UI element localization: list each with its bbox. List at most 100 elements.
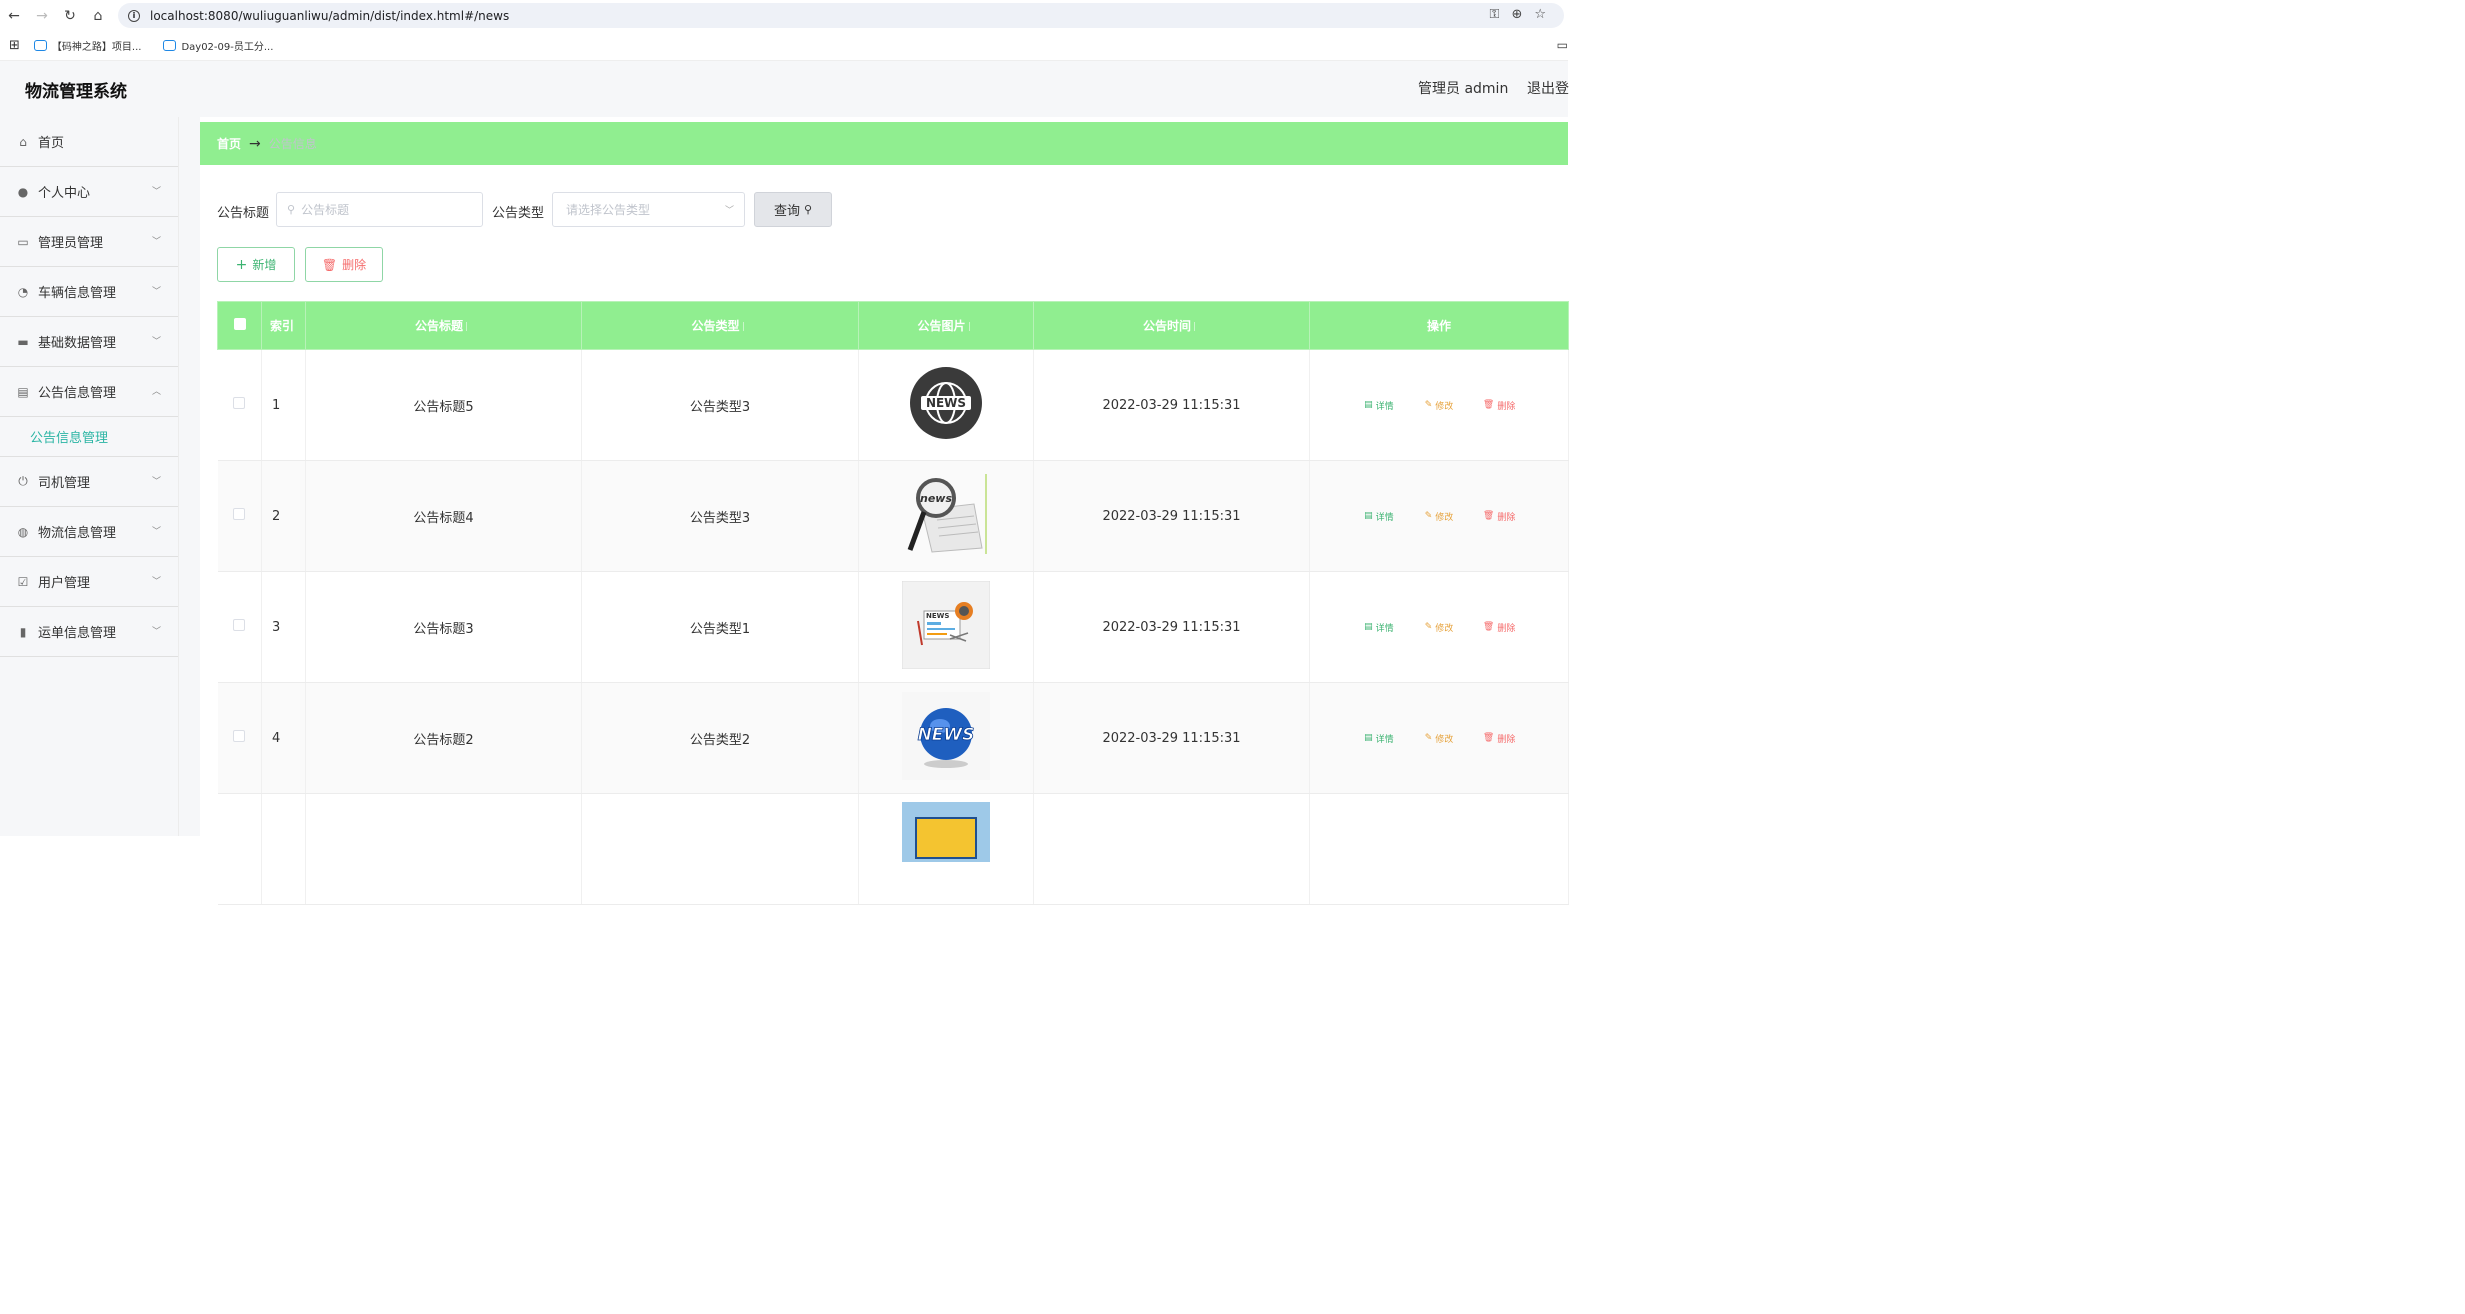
sidebar-item-news[interactable]: ▤ 公告信息管理 ︿ (0, 367, 178, 417)
message-icon: ▬ (17, 334, 29, 349)
query-button[interactable]: 查询 ⚲ (754, 192, 832, 227)
detail-button[interactable]: ▤ 详情 (1351, 725, 1407, 751)
column-header-type[interactable]: 公告类型 (581, 301, 859, 350)
trash-icon: 🗑 (321, 257, 338, 272)
document-icon: ▤ (1364, 511, 1373, 521)
delete-button[interactable]: 🗑 删除 (1471, 392, 1527, 418)
image-cell: NEWS (858, 349, 1034, 461)
image-cell (858, 793, 1034, 905)
sidebar-item-home[interactable]: ⌂ 首页 (0, 117, 178, 167)
chevron-down-icon: ﹀ (151, 287, 161, 297)
sidebar-item-basedata[interactable]: ▬ 基础数据管理 ﹀ (0, 317, 178, 367)
sidebar-item-drivers[interactable]: ⏻ 司机管理 ﹀ (0, 457, 178, 507)
reload-icon[interactable]: ↻ (56, 2, 84, 30)
edit-button[interactable]: ✎ 修改 (1411, 503, 1467, 529)
table-header-row: 索引 公告标题 公告类型 公告图片 公告时间 操作 (217, 301, 1569, 350)
edit-button[interactable]: ✎ 修改 (1411, 614, 1467, 640)
edit-icon: ✎ (1424, 733, 1433, 743)
news-magnifier-image[interactable]: news (902, 470, 990, 558)
sidebar-item-profile[interactable]: ● 个人中心 ﹀ (0, 167, 178, 217)
news-table: 索引 公告标题 公告类型 公告图片 公告时间 操作 1 公告标题5 公告类型3 (217, 301, 1569, 905)
chevron-up-icon: ︿ (151, 387, 161, 397)
trash-icon: 🗑 (1482, 733, 1495, 743)
folder-icon[interactable]: ▭ (1557, 38, 1568, 52)
zoom-icon[interactable]: ⊕ (1511, 7, 1522, 22)
select-all-checkbox[interactable] (233, 318, 246, 330)
row-checkbox-cell[interactable] (217, 682, 262, 794)
delete-button[interactable]: 🗑 删除 (1471, 725, 1527, 751)
address-bar[interactable]: i localhost:8080/wuliuguanliwu/admin/dis… (118, 3, 1564, 28)
apps-grid-icon[interactable]: ⊞ (9, 38, 20, 53)
document-icon: ▤ (1364, 622, 1373, 632)
type-select[interactable]: 请选择公告类型 ﹀ (552, 192, 745, 227)
trash-icon: 🗑 (1482, 400, 1495, 410)
type-cell: 公告类型3 (581, 349, 859, 461)
row-checkbox-cell[interactable] (217, 571, 262, 683)
add-button[interactable]: + 新增 (217, 247, 295, 282)
svg-text:NEWS: NEWS (926, 612, 949, 620)
detail-button[interactable]: ▤ 详情 (1351, 503, 1407, 529)
delete-button[interactable]: 🗑 删除 (1471, 614, 1527, 640)
detail-button[interactable]: ▤ 详情 (1351, 614, 1407, 640)
row-checkbox-cell[interactable] (217, 349, 262, 461)
url-text: localhost:8080/wuliuguanliwu/admin/dist/… (150, 8, 510, 23)
clipboard-icon: ▤ (17, 384, 29, 399)
row-checkbox[interactable] (233, 730, 246, 742)
chevron-down-icon: ﹀ (151, 477, 161, 487)
column-header-index: 索引 (261, 301, 306, 350)
batch-delete-button[interactable]: 🗑 删除 (305, 247, 383, 282)
forward-icon[interactable]: → (28, 2, 56, 30)
bookmark-item[interactable]: Day02-09-员工分... (163, 38, 273, 53)
edit-button[interactable]: ✎ 修改 (1411, 392, 1467, 418)
news-paper-illustration-image[interactable]: NEWS (901, 580, 991, 670)
row-checkbox[interactable] (233, 397, 246, 409)
edit-icon: ✎ (1424, 511, 1433, 521)
actions-cell: ▤ 详情 ✎ 修改 🗑 删除 (1309, 349, 1569, 461)
row-checkbox[interactable] (233, 619, 246, 631)
sort-icon[interactable] (466, 322, 472, 331)
row-checkbox[interactable] (233, 508, 246, 520)
title-cell: 公告标题4 (305, 460, 582, 572)
type-cell (581, 793, 859, 905)
detail-button[interactable]: ▤ 详情 (1351, 392, 1407, 418)
sidebar-item-waybills[interactable]: ▮ 运单信息管理 ﹀ (0, 607, 178, 657)
sort-icon[interactable] (1194, 322, 1200, 331)
edit-icon: ✎ (1424, 622, 1433, 632)
delete-button[interactable]: 🗑 删除 (1471, 503, 1527, 529)
logout-link[interactable]: 退出登 (1527, 78, 1569, 98)
time-cell (1033, 793, 1310, 905)
back-icon[interactable]: ← (0, 2, 28, 30)
edit-button[interactable]: ✎ 修改 (1411, 725, 1467, 751)
chevron-down-icon: ﹀ (151, 237, 161, 247)
sidebar-item-users[interactable]: ☑ 用户管理 ﹀ (0, 557, 178, 607)
home-browser-icon[interactable]: ⌂ (84, 2, 112, 30)
type-cell: 公告类型2 (581, 682, 859, 794)
column-header-title[interactable]: 公告标题 (305, 301, 582, 350)
arrow-right-icon: → (249, 135, 261, 152)
sidebar-item-logistics[interactable]: ◍ 物流信息管理 ﹀ (0, 507, 178, 557)
key-icon[interactable]: ⚿ (1490, 7, 1500, 22)
sort-icon[interactable] (968, 322, 975, 331)
table-row: 4 公告标题2 公告类型2 NEWS 2022-03-29 11:15:31 ▤… (217, 682, 1569, 794)
news-hotspot-image[interactable] (902, 802, 990, 862)
site-info-icon[interactable]: i (128, 9, 140, 22)
sidebar-item-admins[interactable]: ▭ 管理员管理 ﹀ (0, 217, 178, 267)
row-checkbox-cell[interactable] (217, 460, 262, 572)
news-globe-badge-image[interactable]: NEWS (908, 365, 984, 441)
column-header-time[interactable]: 公告时间 (1033, 301, 1310, 350)
select-all-checkbox-cell[interactable] (217, 301, 262, 350)
bookmark-item[interactable]: 【码神之路】项目... (33, 38, 141, 53)
chevron-down-icon: ﹀ (724, 206, 734, 216)
star-icon[interactable]: ☆ (1534, 7, 1546, 22)
chevron-down-icon: ﹀ (151, 187, 161, 197)
title-search-input[interactable]: ⚲ 公告标题 (276, 192, 483, 227)
sort-icon[interactable] (742, 322, 749, 331)
breadcrumb-home[interactable]: 首页 (217, 135, 241, 152)
news-3d-globe-image[interactable]: NEWS (902, 692, 990, 780)
column-header-image[interactable]: 公告图片 (858, 301, 1034, 350)
row-checkbox-cell[interactable] (217, 793, 262, 905)
sidebar-item-vehicles[interactable]: ◔ 车辆信息管理 ﹀ (0, 267, 178, 317)
time-cell: 2022-03-29 11:15:31 (1033, 460, 1310, 572)
sidebar-subitem-news[interactable]: 公告信息管理 (0, 417, 178, 457)
index-cell: 1 (261, 349, 306, 461)
